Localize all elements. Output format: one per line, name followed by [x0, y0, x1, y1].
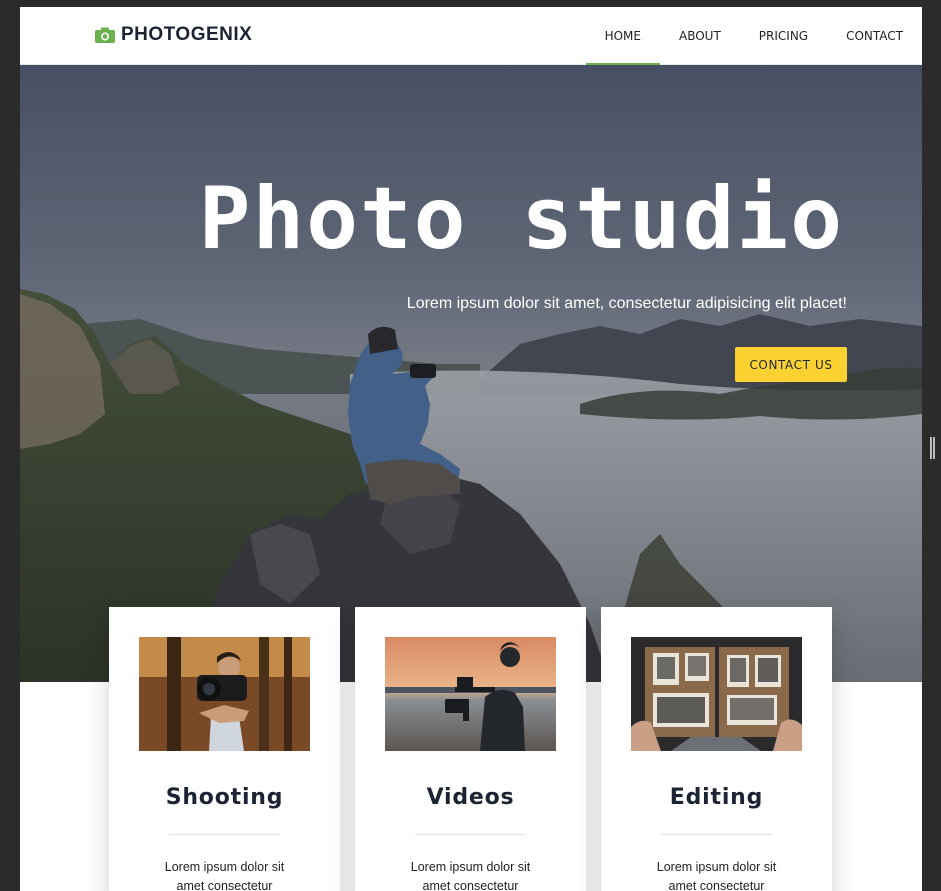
resize-handle[interactable]: [930, 437, 935, 459]
brand-name: PHOTOGENIX: [121, 24, 253, 45]
page-frame: PHOTOGENIX HOME ABOUT PRICING CONTACT Ph…: [20, 7, 922, 891]
service-card-videos[interactable]: Videos Lorem ipsum dolor sit amet consec…: [355, 607, 586, 891]
nav-about[interactable]: ABOUT: [660, 7, 740, 64]
nav-pricing[interactable]: PRICING: [740, 7, 827, 64]
card-title: Editing: [669, 785, 764, 810]
card-text: Lorem ipsum dolor sit amet consectetur: [656, 860, 777, 891]
nav-home[interactable]: HOME: [585, 7, 661, 65]
camera-icon: [95, 27, 115, 43]
contact-us-button[interactable]: CONTACT US: [735, 347, 847, 382]
top-navbar: PHOTOGENIX HOME ABOUT PRICING CONTACT: [20, 7, 922, 65]
brand-logo[interactable]: PHOTOGENIX: [95, 24, 252, 46]
hero-subtitle: Lorem ipsum dolor sit amet, consectetur …: [406, 295, 847, 312]
hero-section: Photo studio Lorem ipsum dolor sit amet,…: [20, 64, 922, 682]
card-divider: [661, 834, 772, 835]
hero-title: Photo studio: [198, 169, 844, 269]
card-divider: [415, 834, 526, 835]
photo-album-photo: [631, 637, 802, 751]
card-text: Lorem ipsum dolor sit amet consectetur: [410, 860, 531, 891]
videographer-sunset-photo: [385, 637, 556, 751]
card-title: Shooting: [165, 785, 284, 810]
service-card-editing[interactable]: Editing Lorem ipsum dolor sit amet conse…: [601, 607, 832, 891]
nav-contact[interactable]: CONTACT: [827, 7, 922, 64]
card-divider: [169, 834, 280, 835]
photographer-with-camera-photo: [139, 637, 310, 751]
nav-menu: HOME ABOUT PRICING CONTACT: [585, 7, 922, 65]
card-text: Lorem ipsum dolor sit amet consectetur: [164, 860, 285, 891]
card-title: Videos: [426, 785, 515, 810]
service-card-shooting[interactable]: Shooting Lorem ipsum dolor sit amet cons…: [109, 607, 340, 891]
services-cards: Shooting Lorem ipsum dolor sit amet cons…: [109, 607, 832, 891]
